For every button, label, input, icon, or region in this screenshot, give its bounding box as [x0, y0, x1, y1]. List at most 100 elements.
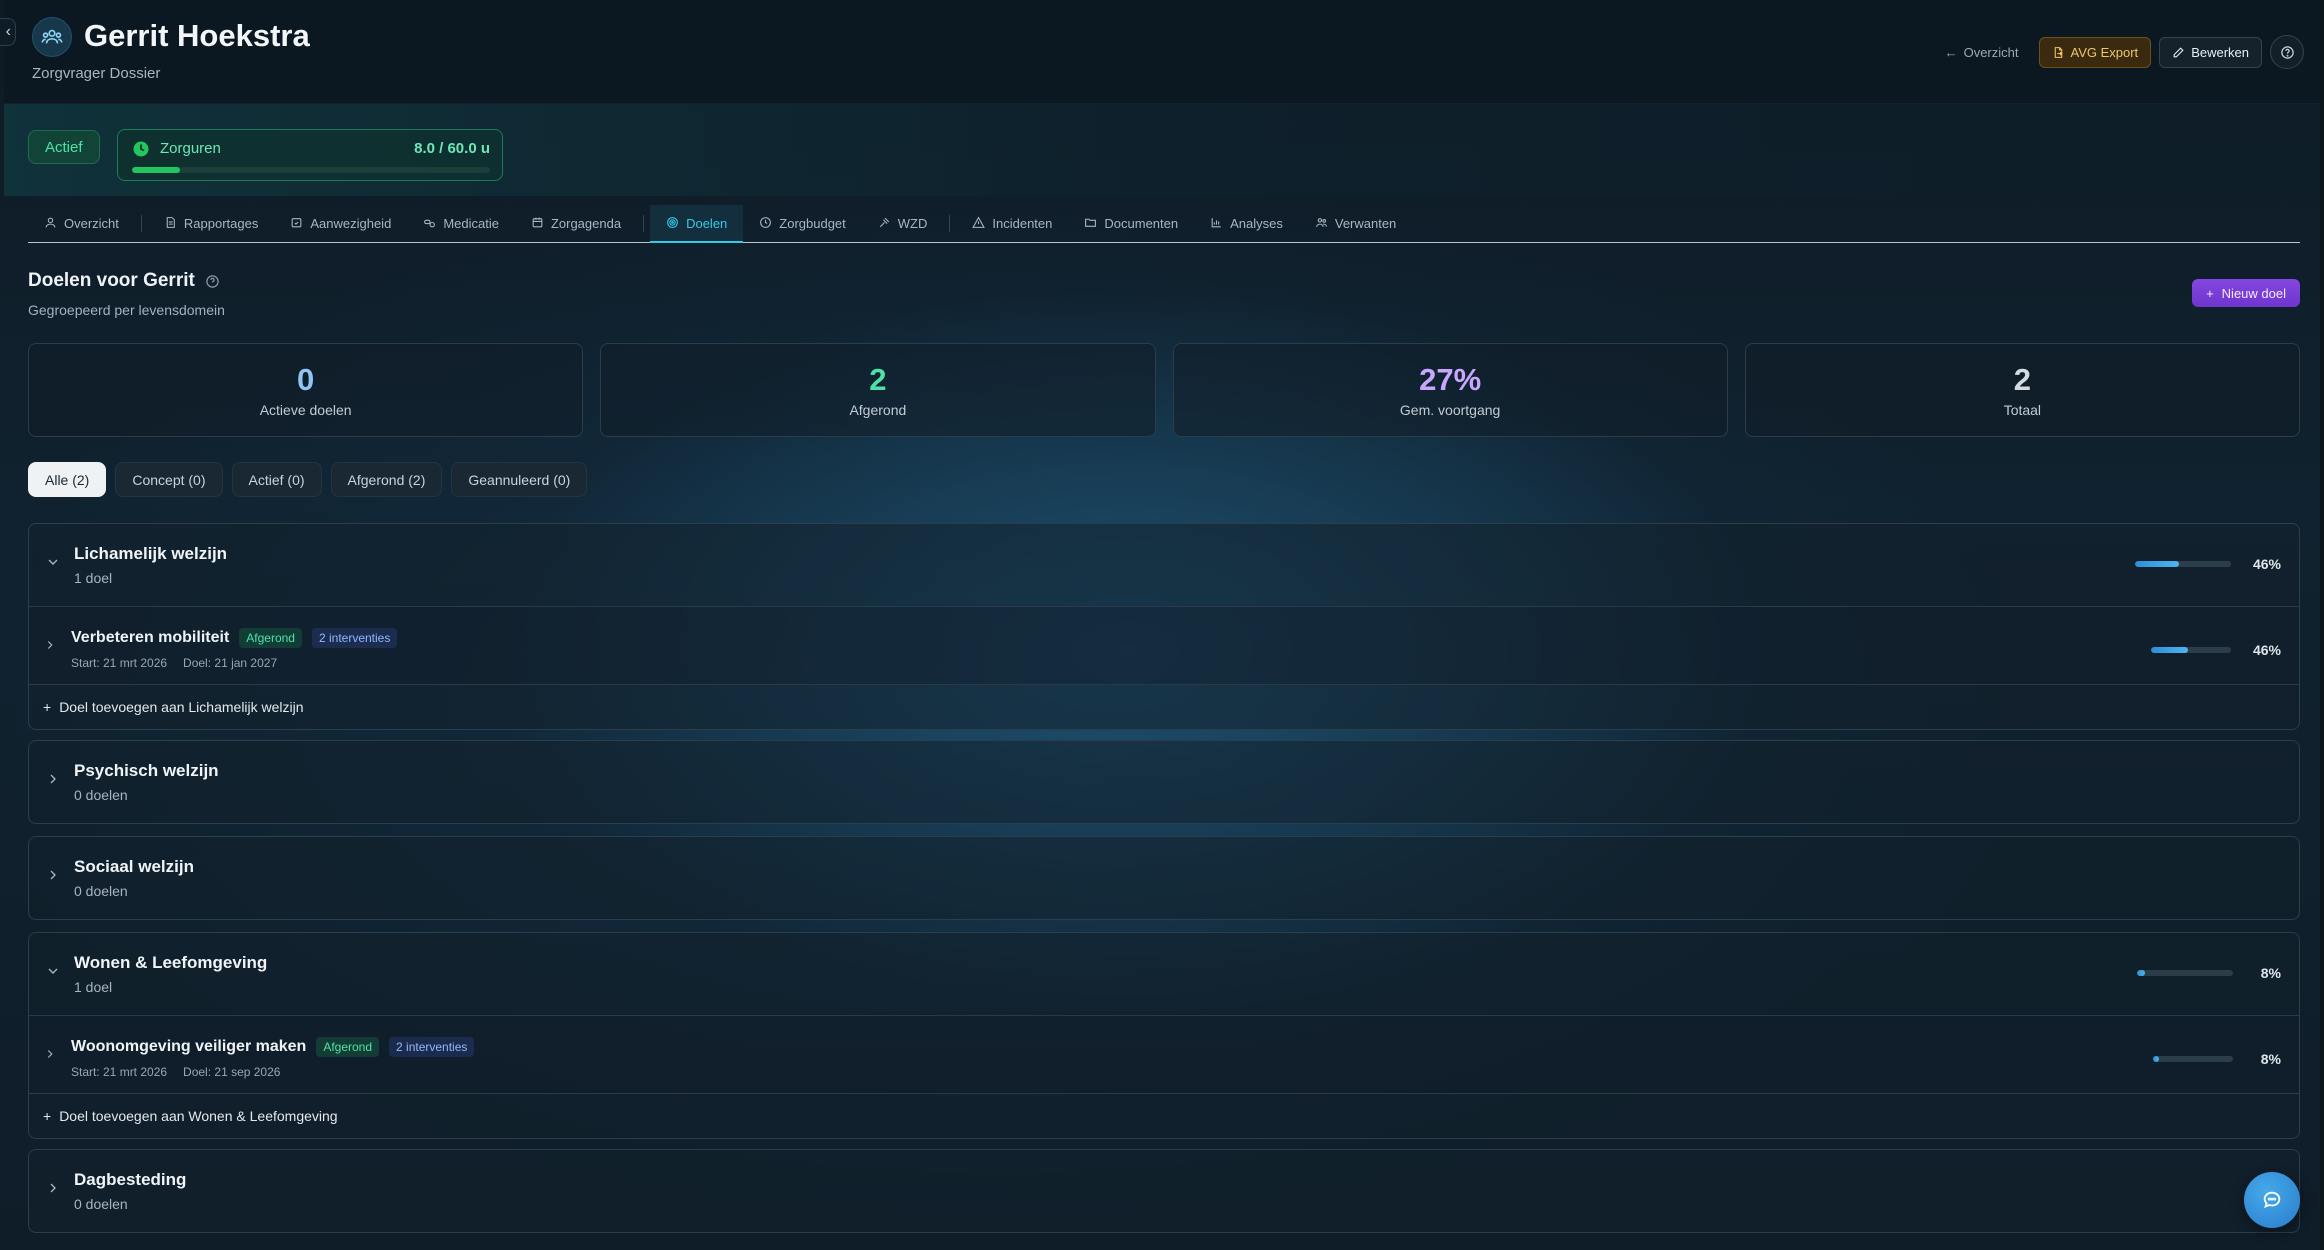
chat-button[interactable] [2244, 1172, 2300, 1228]
tab-verwanten[interactable]: Verwanten [1299, 205, 1412, 242]
chevron-right-icon [43, 1047, 57, 1061]
stat-label: Totaal [2003, 402, 2042, 418]
chevron-right-icon [45, 1180, 61, 1196]
goal-title-row: Woonomgeving veiliger maken Afgerond 2 int… [71, 1037, 475, 1057]
stats-row: 0 Actieve doelen 2 Afgerond 27% Gem. voortgan… [28, 343, 2300, 437]
plus-icon: + [43, 1108, 52, 1124]
tab-separator [949, 215, 951, 232]
filter-chip[interactable]: Concept (0) [115, 462, 223, 497]
warning-icon [972, 216, 986, 232]
page-header: ‹ Gerrit Hoekstra Zorgvrager Dossier ← O… [0, 0, 2324, 104]
plus-icon: + [2206, 285, 2214, 301]
status-bar: Actief Zorguren 8.0 / 60.0 u [4, 104, 2324, 196]
add-goal-button[interactable]: + Doel toevoegen aan Wonen & Leefomgeving [29, 1093, 2299, 1138]
clock-icon [759, 216, 772, 232]
tab-label: WZD [897, 216, 928, 231]
domain-header[interactable]: Sociaal welzijn 0 doelen [29, 837, 2299, 919]
filter-chip[interactable]: Alle (2) [28, 462, 107, 497]
stat-value: 2 [2013, 362, 2031, 397]
tab-documenten[interactable]: Documenten [1068, 205, 1194, 242]
clock-icon [133, 141, 149, 157]
interventions-badge: 2 interventies [389, 1037, 475, 1057]
domain-name: Dagbesteding [74, 1170, 187, 1189]
domain-goal-count: 1 doel [74, 570, 113, 586]
overview-link[interactable]: ← Overzicht [1933, 39, 2031, 66]
stat-card: 27% Gem. voortgang [1172, 343, 1728, 437]
edit-button[interactable]: Bewerken [2159, 36, 2262, 68]
stat-label: Gem. voortgang [1399, 402, 1501, 418]
goals-title: Doelen voor Gerrit [28, 270, 195, 291]
help-icon [2280, 45, 2294, 59]
add-goal-button[interactable]: + Doel toevoegen aan Lichamelijk welzijn [29, 684, 2299, 729]
care-hours-label: Zorguren [160, 140, 221, 157]
goal-row[interactable]: Woonomgeving veiliger maken Afgerond 2 int… [29, 1015, 2299, 1093]
tab-zorgagenda[interactable]: Zorgagenda [515, 205, 637, 242]
new-goal-label: Nieuw doel [2221, 285, 2286, 301]
domain-card: Sociaal welzijn 0 doelen [28, 836, 2300, 920]
progress-bar [2134, 561, 2231, 567]
folder-icon [1084, 216, 1097, 232]
care-hours-card: Zorguren 8.0 / 60.0 u [117, 129, 503, 181]
domain-card: Dagbesteding 0 doelen [28, 1149, 2300, 1233]
domain-card: Wonen & Leefomgeving 1 doel 8% Woonomgeving… [28, 932, 2300, 1139]
goal-dates: Start: 21 mrt 2026 Doel: 21 sep 2026 [71, 1065, 280, 1079]
tab-doelen[interactable]: Doelen [650, 205, 744, 243]
client-avatar-icon [32, 17, 72, 57]
client-name: Gerrit Hoekstra [84, 18, 310, 53]
overview-link-label: Overzicht [1963, 44, 2019, 60]
calendar-icon [531, 216, 544, 232]
tab-aanwezigheid[interactable]: Aanwezigheid [274, 205, 407, 242]
progress-bar [2137, 970, 2233, 976]
tab-label: Zorgagenda [550, 216, 622, 231]
domain-header[interactable]: Psychisch welzijn 0 doelen [29, 741, 2299, 823]
domain-goal-count: 0 doelen [74, 883, 128, 899]
status-badge: Actief [28, 130, 100, 164]
add-goal-label: Doel toevoegen aan Wonen & Leefomgeving [59, 1108, 338, 1124]
stat-value: 2 [869, 362, 887, 397]
domain-header[interactable]: Wonen & Leefomgeving 1 doel 8% [29, 933, 2299, 1015]
goal-dates: Start: 21 mrt 2026 Doel: 21 jan 2027 [71, 656, 277, 670]
tab-medicatie[interactable]: Medicatie [407, 205, 515, 242]
tab-wzd[interactable]: WZD [862, 205, 944, 242]
progress-bar [2153, 1056, 2233, 1062]
tab-incidenten[interactable]: Incidenten [956, 205, 1068, 242]
goal-row[interactable]: Verbeteren mobiliteit Afgerond 2 intervent… [29, 606, 2299, 684]
filter-chip[interactable]: Geannuleerd (0) [451, 462, 588, 497]
domain-header[interactable]: Dagbesteding 0 doelen [29, 1150, 2299, 1232]
avg-export-label: AVG Export [2070, 44, 2139, 60]
status-badge: Afgerond [239, 628, 302, 648]
stat-card: 0 Actieve doelen [28, 343, 584, 437]
tab-rapportages[interactable]: Rapportages [148, 205, 274, 242]
stat-value: 27% [1419, 362, 1482, 397]
chevron-right-icon [45, 867, 61, 883]
chevron-right-icon [45, 771, 61, 787]
filter-chip[interactable]: Actief (0) [231, 462, 322, 497]
goal-start-date: Start: 21 mrt 2026 [71, 1065, 168, 1079]
tab-label: Doelen [686, 216, 728, 231]
tab-label: Verwanten [1334, 216, 1397, 231]
avg-export-button[interactable]: AVG Export [2038, 36, 2152, 68]
domain-name: Wonen & Leefomgeving [74, 953, 268, 972]
care-hours-value: 8.0 / 60.0 u [414, 140, 490, 157]
tab-label: Overzicht [64, 216, 119, 231]
people-icon [1315, 216, 1328, 232]
target-icon [666, 216, 679, 232]
status-badge: Afgerond [316, 1037, 380, 1057]
info-icon[interactable] [205, 274, 220, 289]
help-button[interactable] [2270, 35, 2304, 69]
chevron-right-icon [43, 638, 57, 652]
tab-analyses[interactable]: Analyses [1194, 205, 1299, 242]
tab-overzicht[interactable]: Overzicht [28, 205, 135, 242]
tab-zorgbudget[interactable]: Zorgbudget [743, 205, 862, 242]
domain-goal-count: 0 doelen [74, 787, 128, 803]
domain-progress: 8% [2137, 965, 2281, 981]
tab-label: Medicatie [443, 216, 499, 231]
sidebar-toggle-button[interactable]: ‹ [0, 18, 16, 46]
filter-chip[interactable]: Afgerond (2) [330, 462, 443, 497]
domain-header[interactable]: Lichamelijk welzijn 1 doel 46% [29, 524, 2299, 606]
new-goal-button[interactable]: + Nieuw doel [2192, 279, 2300, 307]
interventions-badge: 2 interventies [311, 628, 398, 648]
goal-target-date: Doel: 21 sep 2026 [183, 1065, 281, 1079]
chart-icon [1210, 216, 1223, 232]
goal-start-date: Start: 21 mrt 2026 [71, 656, 168, 670]
